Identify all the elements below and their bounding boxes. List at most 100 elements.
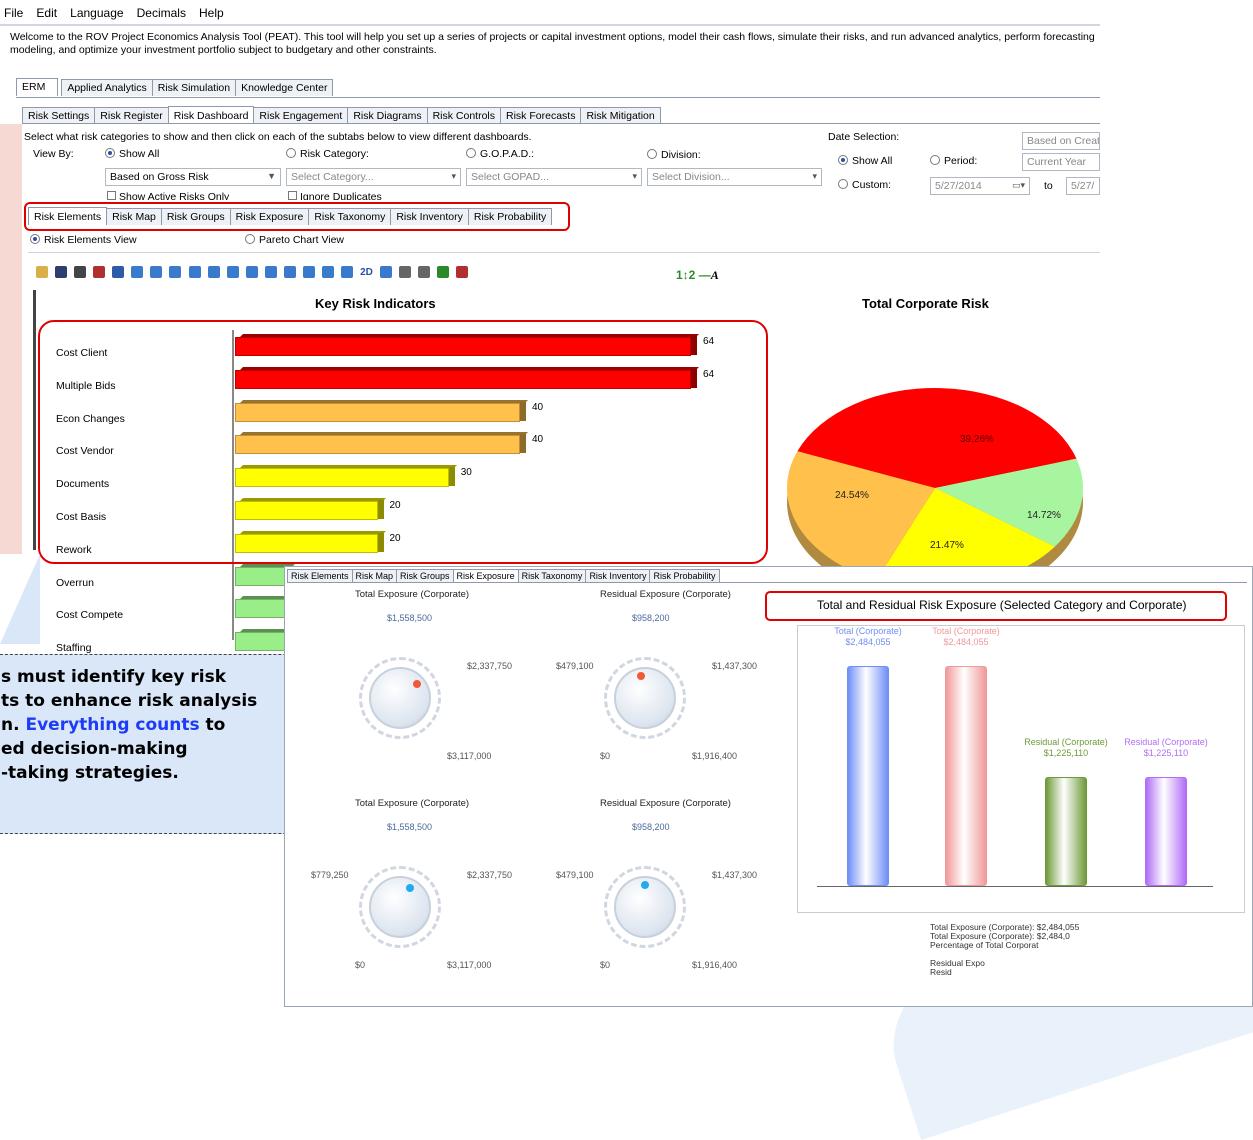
tab-risk-taxonomy[interactable]: Risk Taxonomy [517,569,587,582]
exposure-summary: Total Exposure (Corporate): $2,484,055 T… [930,923,1090,977]
gauge-dial [369,667,431,729]
note-line: -taking strategies. [1,763,179,783]
bar-style-icon[interactable] [302,266,315,279]
gauge-top-value: $958,200 [632,613,670,623]
view-options-line [28,252,1100,253]
active-risks-checkbox[interactable]: Show Active Risks Only [107,191,229,200]
gridline-icon[interactable] [245,266,258,279]
tab-risk-settings[interactable]: Risk Settings [22,107,96,124]
strikethrough-icon[interactable]: 1↕2 —A [676,268,719,283]
axis-icon[interactable] [131,266,144,279]
gauge-dial [369,876,431,938]
palette-icon[interactable] [379,266,392,279]
bar-style-icon[interactable] [283,266,296,279]
tab-risk-simulation[interactable]: Risk Simulation [151,79,237,96]
tab-risk-forecasts[interactable]: Risk Forecasts [500,107,582,124]
tab-risk-groups[interactable]: Risk Groups [396,569,454,582]
gauge-title: Total Exposure (Corporate) [355,589,470,600]
ignore-duplicates-checkbox[interactable]: Ignore Duplicates [288,191,382,200]
2d-toggle-icon[interactable]: 2D [360,267,373,278]
gauge-left-value: $779,250 [311,870,349,880]
custom-radio[interactable]: Custom: [838,179,891,191]
legend-icon[interactable] [437,266,450,279]
marker-icon[interactable] [207,266,220,279]
to-date-input[interactable]: 5/27/ [1066,177,1100,195]
gallery-icon[interactable] [112,266,125,279]
gauge-needle-dot [406,883,415,892]
marker-icon[interactable] [226,266,239,279]
gauge-max-value: $1,916,400 [692,960,738,970]
exposure-tab-bar: Risk Elements Risk Map Risk Groups Risk … [287,569,720,582]
menu-language[interactable]: Language [70,6,123,20]
gross-risk-select[interactable]: Based on Gross Risk ▼ [105,168,281,186]
current-year-select[interactable]: Current Year [1022,153,1100,171]
tab-applied-analytics[interactable]: Applied Analytics [61,79,153,96]
tab-risk-probability[interactable]: Risk Probability [649,569,720,582]
tab-risk-exposure[interactable]: Risk Exposure [452,569,519,582]
kri-category-label: Overrun [56,576,94,589]
copy-icon[interactable] [321,266,334,279]
tab-risk-mitigation[interactable]: Risk Mitigation [580,107,661,124]
menu-decimals[interactable]: Decimals [137,6,186,20]
pie-chart-title: Total Corporate Risk [862,296,989,311]
gauge-right-value: $1,437,300 [712,870,758,880]
gauge-dial [614,667,676,729]
export-icon[interactable] [456,266,469,279]
tab-risk-inventory[interactable]: Risk Inventory [585,569,651,582]
exposure-category-label: Residual (Corporate) [1024,737,1108,748]
save-icon[interactable] [55,266,68,279]
menu-file[interactable]: File [4,6,23,20]
tab-risk-elements[interactable]: Risk Elements [287,569,353,582]
tab-knowledge-center[interactable]: Knowledge Center [235,79,334,96]
axis-icon[interactable] [150,266,163,279]
division-select[interactable]: Select Division... ▾ [647,168,822,186]
sub-tab-bar: Risk Settings Risk Register Risk Dashboa… [22,106,661,124]
tab-risk-engagement[interactable]: Risk Engagement [253,107,349,124]
tab-risk-map[interactable]: Risk Map [351,569,398,582]
exposure-category-label: Residual (Corporate) [1124,737,1208,748]
pie-slice-label: 24.54% [835,490,869,501]
category-select[interactable]: Select Category... ▾ [286,168,461,186]
tab-risk-controls[interactable]: Risk Controls [426,107,502,124]
exposure-category-label: Total (Corporate) [932,626,1000,636]
zoom-icon[interactable] [418,266,431,279]
tab-risk-register[interactable]: Risk Register [94,107,169,124]
date-show-all-radio[interactable]: Show All [838,155,892,167]
pareto-chart-view-radio[interactable]: Pareto Chart View [245,234,344,246]
division-radio[interactable]: Division: [647,149,701,161]
gauge-top-value: $1,558,500 [387,613,433,623]
from-date-input[interactable]: 5/27/2014 ▭▾ [930,177,1030,195]
exposure-category-label: Total (Corporate) [834,626,902,636]
menu-edit[interactable]: Edit [36,6,57,20]
tab-risk-diagrams[interactable]: Risk Diagrams [347,107,428,124]
main-tab-bar: ERM Applied Analytics Risk Simulation Kn… [16,78,334,96]
gauge-max-value: $3,117,000 [447,751,492,761]
welcome-text: Welcome to the ROV Project Economics Ana… [10,31,1095,56]
risk-elements-view-radio[interactable]: Risk Elements View [30,234,137,246]
period-radio[interactable]: Period: [930,155,977,167]
pie-slice-label: 14.72% [1027,510,1061,521]
tab-risk-dashboard[interactable]: Risk Dashboard [167,106,255,124]
exposure-axis-line [817,886,1213,887]
axis-icon[interactable] [169,266,182,279]
application-window: File Edit Language Decimals Help Welcome… [0,0,1100,654]
hand-icon[interactable] [398,266,411,279]
risk-category-radio[interactable]: Risk Category: [286,148,369,160]
exposure-gauge: Total Exposure (Corporate) $1,558,500 $779… [311,798,555,998]
show-all-radio[interactable]: Show All [105,148,159,160]
gauge-top-value: $958,200 [632,822,670,832]
menu-help[interactable]: Help [199,6,224,20]
open-icon[interactable] [36,266,48,279]
gridline-icon[interactable] [264,266,277,279]
axis-icon[interactable] [188,266,201,279]
copy-icon[interactable] [341,266,353,279]
gauge-title: Residual Exposure (Corporate) [600,589,731,600]
tab-erm[interactable]: ERM [16,78,59,96]
note-highlight: Everything counts [25,715,200,735]
print-icon[interactable] [74,266,87,279]
gopad-select[interactable]: Select GOPAD... ▾ [466,168,642,186]
gopad-radio[interactable]: G.O.P.A.D.: [466,148,534,160]
based-on-select[interactable]: Based on Creat [1022,132,1100,150]
filter-instruction: Select what risk categories to show and … [24,131,532,143]
chart-type-icon[interactable] [93,266,106,279]
